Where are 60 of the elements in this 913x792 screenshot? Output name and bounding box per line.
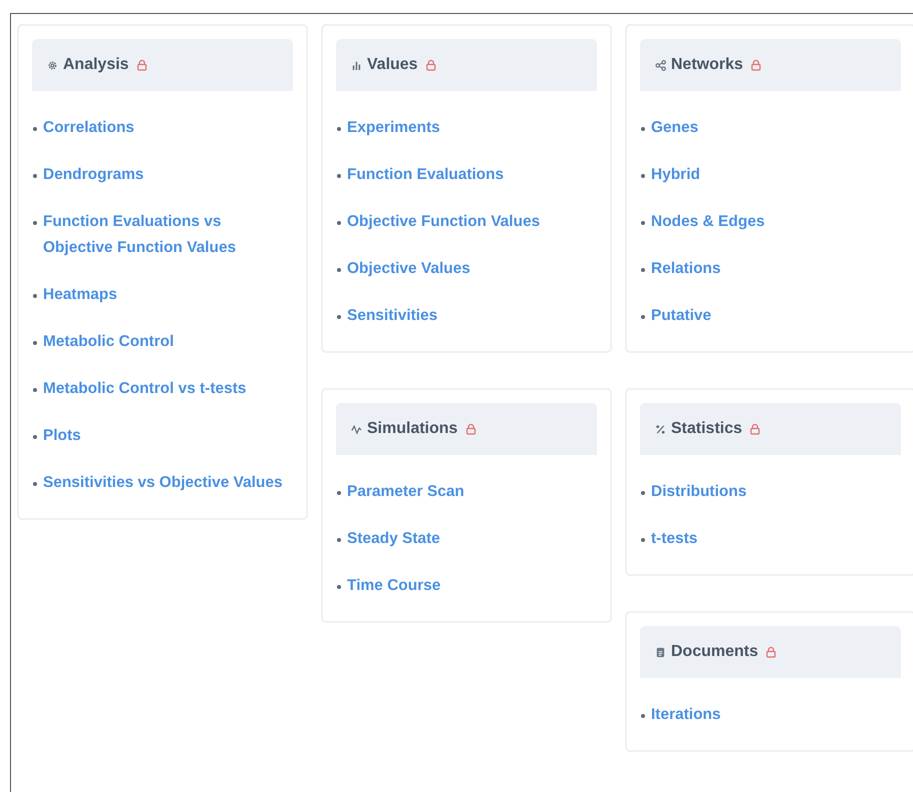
bullet-icon [33, 221, 37, 225]
bullet-icon [641, 174, 645, 178]
bullet-icon [641, 127, 645, 131]
category-link[interactable]: Function Evaluations [347, 162, 504, 188]
category-link[interactable]: Experiments [347, 115, 440, 141]
bullet-icon [641, 221, 645, 225]
category-link[interactable]: Distributions [651, 479, 747, 505]
category-link[interactable]: Correlations [43, 115, 134, 141]
bullet-icon [337, 127, 341, 131]
document-icon [655, 646, 666, 658]
category-link[interactable]: Nodes & Edges [651, 209, 765, 235]
card-title: Analysis [63, 56, 129, 74]
bullet-icon [337, 174, 341, 178]
category-link[interactable]: Sensitivities vs Objective Values [43, 470, 283, 496]
category-link[interactable]: Metabolic Control [43, 329, 174, 355]
pulse-icon [351, 424, 362, 434]
category-link[interactable]: Dendrograms [43, 162, 144, 188]
bullet-icon [337, 268, 341, 272]
category-link[interactable]: Heatmaps [43, 282, 118, 308]
category-link[interactable]: Parameter Scan [347, 479, 464, 505]
bullet-icon [337, 315, 341, 319]
category-link[interactable]: Iterations [651, 702, 721, 728]
category-link[interactable]: Objective Function Values [347, 209, 540, 235]
category-link[interactable]: Hybrid [651, 162, 700, 188]
bullet-icon [337, 491, 341, 495]
card-title: Documents [671, 643, 758, 661]
gear-icon [47, 60, 58, 70]
bullet-icon [641, 714, 645, 718]
category-link[interactable]: Relations [651, 256, 721, 282]
bullet-icon [33, 388, 37, 392]
share-icon [655, 60, 666, 70]
bullet-icon [33, 482, 37, 486]
card-title: Simulations [367, 420, 458, 438]
category-link[interactable]: Plots [43, 423, 81, 449]
bullet-icon [641, 268, 645, 272]
bullet-icon [33, 435, 37, 439]
bar-chart-icon [351, 60, 362, 70]
bullet-icon [641, 491, 645, 495]
category-link[interactable]: Putative [651, 303, 712, 329]
bullet-icon [641, 538, 645, 542]
category-link[interactable]: Genes [651, 115, 698, 141]
card-title: Values [367, 56, 418, 74]
bullet-icon [337, 221, 341, 225]
card-title: Networks [671, 56, 744, 74]
category-link[interactable]: Sensitivities [347, 303, 438, 329]
category-link[interactable]: t-tests [651, 526, 698, 552]
bullet-icon [33, 174, 37, 178]
bullet-icon [33, 341, 37, 345]
bullet-icon [337, 585, 341, 589]
bullet-icon [641, 315, 645, 319]
bullet-icon [33, 294, 37, 298]
bullet-icon [337, 538, 341, 542]
card-title: Statistics [671, 420, 742, 438]
category-link[interactable]: Metabolic Control vs t-tests [43, 376, 246, 402]
category-link[interactable]: Function Evaluations vs Objective Function Values [43, 209, 293, 261]
category-link[interactable]: Objective Values [347, 256, 470, 282]
percent-icon [655, 424, 666, 434]
bullet-icon [33, 127, 37, 131]
category-link[interactable]: Time Course [347, 573, 441, 599]
category-link[interactable]: Steady State [347, 526, 440, 552]
